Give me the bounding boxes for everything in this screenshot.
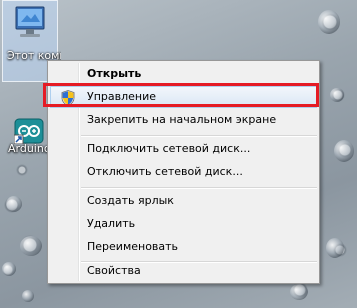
menu-item-delete[interactable]: Удалить — [50, 213, 317, 235]
water-drop — [330, 88, 344, 102]
water-drop — [334, 140, 354, 162]
water-drop — [326, 238, 344, 258]
arduino-icon — [14, 118, 44, 144]
menu-item-label: Создать ярлык — [87, 194, 174, 207]
menu-item-label: Закрепить на начальном экране — [87, 113, 277, 126]
context-menu: Открыть Управление Закрепить на начально… — [47, 60, 320, 284]
menu-item-open[interactable]: Открыть — [50, 63, 317, 85]
menu-item-label: Подключить сетевой диск... — [87, 142, 251, 155]
menu-item-manage[interactable]: Управление — [50, 86, 317, 108]
menu-item-label: Переименовать — [87, 240, 179, 253]
menu-item-pin-to-start[interactable]: Закрепить на начальном экране — [50, 109, 317, 131]
menu-separator — [81, 135, 317, 137]
menu-item-label: Управление — [87, 90, 157, 103]
arduino-label: Arduino — [8, 142, 51, 155]
menu-item-map-network-drive[interactable]: Подключить сетевой диск... — [50, 138, 317, 160]
menu-separator — [81, 187, 317, 189]
menu-item-rename[interactable]: Переименовать — [50, 236, 317, 258]
water-drop — [2, 262, 16, 276]
computer-icon — [15, 6, 45, 37]
menu-item-disconnect-network-drive[interactable]: Отключить сетевой диск... — [50, 161, 317, 183]
uac-shield-icon — [61, 90, 75, 106]
menu-item-create-shortcut[interactable]: Создать ярлык — [50, 190, 317, 212]
water-drop — [318, 10, 340, 34]
menu-item-label: Удалить — [87, 217, 136, 230]
menu-item-label: Отключить сетевой диск... — [87, 165, 243, 178]
water-drop — [22, 290, 34, 302]
menu-item-properties[interactable]: Свойства — [50, 260, 317, 282]
water-drop — [290, 284, 308, 300]
water-drop — [6, 196, 22, 212]
menu-item-label: Открыть — [87, 67, 142, 80]
menu-item-label: Свойства — [87, 264, 141, 277]
water-drop — [20, 236, 42, 256]
